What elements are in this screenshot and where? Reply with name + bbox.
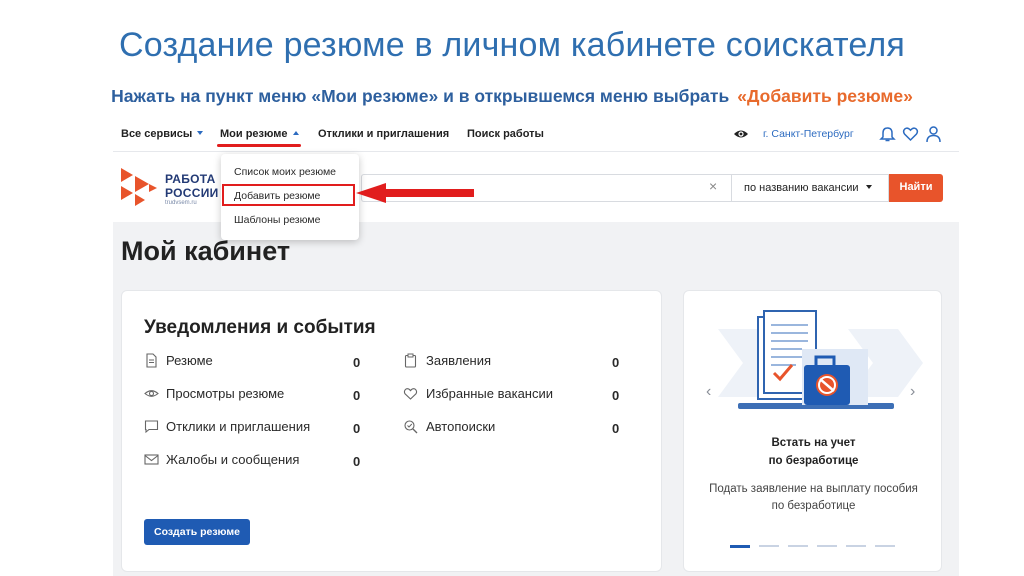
carousel-dot[interactable] (817, 545, 837, 547)
unemployment-illustration-icon (718, 310, 923, 409)
nav-responses[interactable]: Отклики и приглашения (318, 128, 449, 140)
find-button[interactable]: Найти (889, 174, 943, 202)
page-title: Мой кабинет (121, 236, 291, 266)
logo-line-2: РОССИИ (165, 186, 219, 200)
promo-title-line-2[interactable]: по безработице (684, 455, 941, 467)
stat-resume-views-value: 0 (353, 388, 361, 403)
slide-title: Создание резюме в личном кабинете соиска… (118, 26, 906, 64)
create-resume-button[interactable]: Создать резюме (144, 519, 250, 545)
logo-mark-icon (121, 168, 157, 206)
eye-icon (144, 390, 159, 397)
carousel-dot[interactable] (788, 545, 808, 547)
carousel-dot[interactable] (730, 545, 750, 548)
search-mode-label: по названию вакансии (744, 182, 859, 194)
bell-icon[interactable] (879, 125, 896, 143)
carousel-prev-button[interactable]: ‹ (706, 383, 711, 401)
chevron-down-icon (197, 131, 204, 135)
carousel-dot[interactable] (759, 545, 779, 547)
screenshot-frame: Все сервисы Мои резюме Отклики и приглаш… (113, 118, 959, 576)
nav-my-resumes[interactable]: Мои резюме (220, 128, 299, 140)
chat-icon (144, 420, 159, 434)
top-navigation: Все сервисы Мои резюме Отклики и приглаш… (113, 118, 959, 152)
red-pointer-arrow-icon (356, 183, 474, 203)
clipboard-icon (404, 353, 417, 368)
chevron-up-icon (292, 131, 299, 135)
logo-line-1: РАБОТА (165, 172, 216, 186)
main-content: Мой кабинет Уведомления и события Резюме… (113, 222, 959, 576)
slide-subtitle-text: Нажать на пункт меню «Мои резюме» и в от… (111, 86, 730, 106)
city-selector[interactable]: г. Санкт-Петербург (763, 128, 854, 140)
stat-resumes[interactable]: Резюме (166, 353, 213, 368)
document-icon (146, 353, 157, 368)
eye-icon[interactable] (733, 127, 749, 141)
stat-autosearches-value: 0 (612, 421, 620, 436)
dropdown-item-resume-templates[interactable]: Шаблоны резюме (234, 214, 320, 226)
carousel-dot[interactable] (846, 545, 866, 547)
chevron-down-icon (866, 185, 873, 189)
mail-icon (144, 454, 159, 465)
stat-resumes-value: 0 (353, 355, 361, 370)
clear-search-icon[interactable]: × (709, 178, 717, 194)
carousel-indicators (730, 545, 900, 548)
autosearch-icon (404, 420, 418, 434)
stat-favorite-vacancies-value: 0 (612, 388, 620, 403)
stat-favorite-vacancies[interactable]: Избранные вакансии (426, 386, 553, 401)
carousel-next-button[interactable]: › (910, 383, 915, 401)
stat-applications[interactable]: Заявления (426, 353, 491, 368)
add-resume-highlight-box (222, 184, 355, 206)
heart-icon (403, 388, 418, 400)
stat-responses-value: 0 (353, 421, 361, 436)
nav-my-resumes-underline (217, 144, 301, 147)
dropdown-item-resume-list[interactable]: Список моих резюме (234, 166, 336, 178)
stat-resume-views[interactable]: Просмотры резюме (166, 386, 284, 401)
promo-description-line-2: по безработице (771, 500, 856, 512)
promo-card: ‹ › Встать на учет по безработице Подать… (683, 290, 942, 572)
nav-job-search[interactable]: Поиск работы (467, 128, 544, 140)
slide-subtitle-highlight: «Добавить резюме» (737, 86, 913, 106)
nav-my-resumes-label: Мои резюме (220, 128, 288, 140)
nav-all-services-label: Все сервисы (121, 128, 193, 140)
notifications-title: Уведомления и события (144, 317, 376, 338)
logo-site: trudvsem.ru (165, 200, 197, 206)
user-icon[interactable] (925, 125, 942, 143)
promo-title-line-1[interactable]: Встать на учет (684, 437, 941, 449)
slide-subtitle: Нажать на пункт меню «Мои резюме» и в от… (0, 86, 1024, 107)
notifications-card: Уведомления и события Резюме 0 Просмотры… (121, 290, 662, 572)
promo-description-line-1: Подать заявление на выплату пособия (709, 483, 918, 495)
stat-complaints-value: 0 (353, 454, 361, 469)
heart-icon[interactable] (902, 125, 919, 143)
stat-autosearches[interactable]: Автопоиски (426, 419, 495, 434)
search-mode-select[interactable]: по названию вакансии (731, 174, 889, 202)
stat-applications-value: 0 (612, 355, 620, 370)
nav-all-services[interactable]: Все сервисы (121, 128, 204, 140)
stat-responses[interactable]: Отклики и приглашения (166, 419, 310, 434)
stat-complaints[interactable]: Жалобы и сообщения (166, 452, 299, 467)
carousel-dot[interactable] (875, 545, 895, 547)
